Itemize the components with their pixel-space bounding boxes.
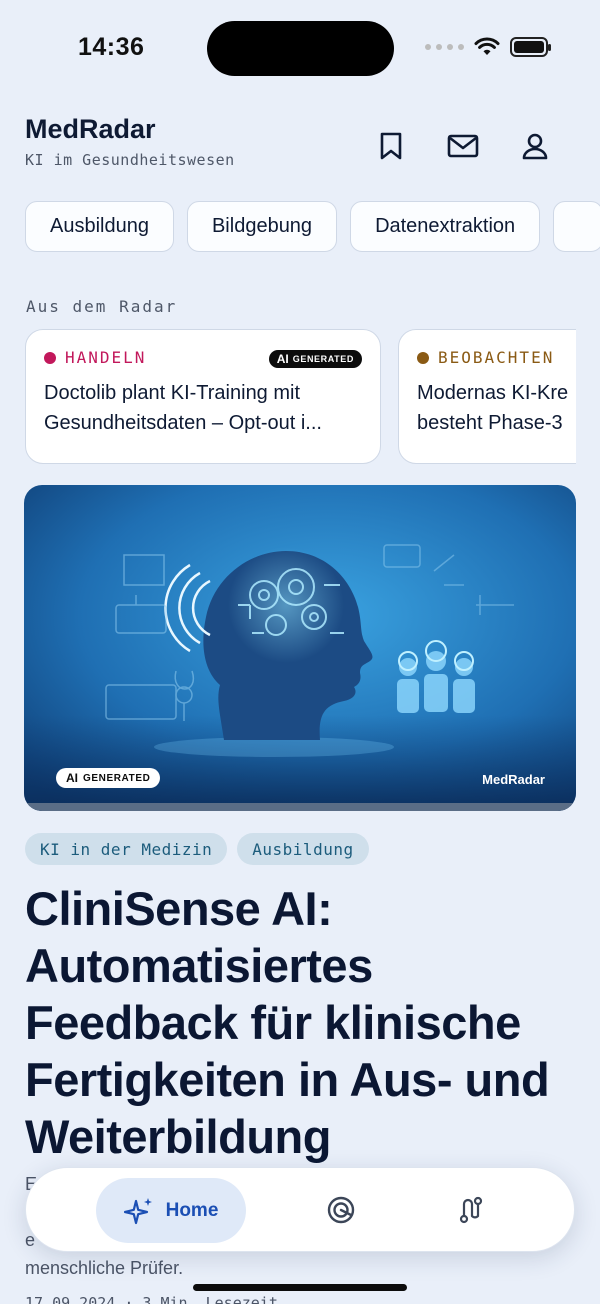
chip-more[interactable]	[553, 201, 600, 252]
bottom-nav: Home	[25, 1167, 575, 1252]
radar-card-title: Doctolib plant KI-Training mit Gesundhei…	[44, 382, 322, 434]
radar-card-tag: BEOBACHTEN	[438, 348, 555, 367]
status-time: 14:36	[78, 33, 145, 61]
home-indicator	[193, 1284, 407, 1291]
ai-head-illustration	[24, 485, 576, 811]
radar-card[interactable]: HANDELN AI GENERATED Doctolib plant KI-Tr…	[25, 329, 381, 464]
radar-carousel: HANDELN AI GENERATED Doctolib plant KI-Tr…	[25, 329, 576, 465]
bookmark-icon[interactable]	[373, 128, 409, 164]
radar-icon[interactable]	[323, 1192, 359, 1228]
chip-datenextraktion[interactable]: Datenextraktion	[350, 201, 541, 252]
article-title[interactable]: CliniSense AI: Automatisiertes Feedback …	[25, 880, 585, 1165]
nav-home-label: Home	[165, 1199, 219, 1221]
profile-icon[interactable]	[517, 128, 553, 164]
status-dot	[44, 351, 56, 364]
article-tag[interactable]: KI in der Medizin	[25, 833, 228, 865]
article-meta: 17.09.2024 · 3 Min. Lesezeit	[25, 1294, 278, 1304]
sparkle-icon	[123, 1197, 152, 1224]
teaser-line: menschliche Prüfer.	[25, 1258, 184, 1278]
status-bar: 14:36	[0, 0, 600, 96]
ai-generated-badge: AI GENERATED	[56, 768, 161, 788]
radar-card[interactable]: BEOBACHTEN Modernas KI-Kre besteht Phase…	[398, 329, 576, 464]
hero-image[interactable]: AI GENERATED MedRadar	[24, 485, 576, 811]
ai-generated-badge: AI GENERATED	[268, 350, 362, 368]
dynamic-island	[207, 21, 394, 76]
ai-badge-mark: AI	[276, 352, 289, 366]
category-chips: Ausbildung Bildgebung Datenextraktion	[25, 201, 600, 252]
chip-ausbildung[interactable]: Ausbildung	[25, 201, 174, 252]
wifi-icon	[474, 37, 500, 55]
status-icons	[425, 37, 551, 57]
mail-icon[interactable]	[445, 128, 481, 164]
signal-icon	[425, 44, 464, 50]
article-tag[interactable]: Ausbildung	[237, 833, 369, 865]
chip-bildgebung[interactable]: Bildgebung	[186, 201, 338, 252]
radar-card-tag: HANDELN	[65, 348, 147, 367]
ai-badge-mark: AI	[66, 771, 78, 785]
header-actions	[373, 128, 553, 164]
status-dot	[417, 351, 429, 364]
app-header: MedRadar KI im Gesundheitswesen	[25, 114, 585, 169]
hero-brand-mark: MedRadar	[482, 772, 545, 787]
ai-badge-label: GENERATED	[83, 772, 151, 784]
ai-badge-label: GENERATED	[292, 354, 354, 364]
battery-icon	[510, 37, 551, 57]
radar-card-title: Modernas KI-Kre besteht Phase-3	[417, 382, 569, 434]
radar-section-label: Aus dem Radar	[26, 297, 178, 316]
nav-home-button[interactable]: Home	[96, 1178, 246, 1243]
route-icon[interactable]	[453, 1192, 489, 1228]
article-tags: KI in der Medizin Ausbildung	[25, 833, 369, 865]
